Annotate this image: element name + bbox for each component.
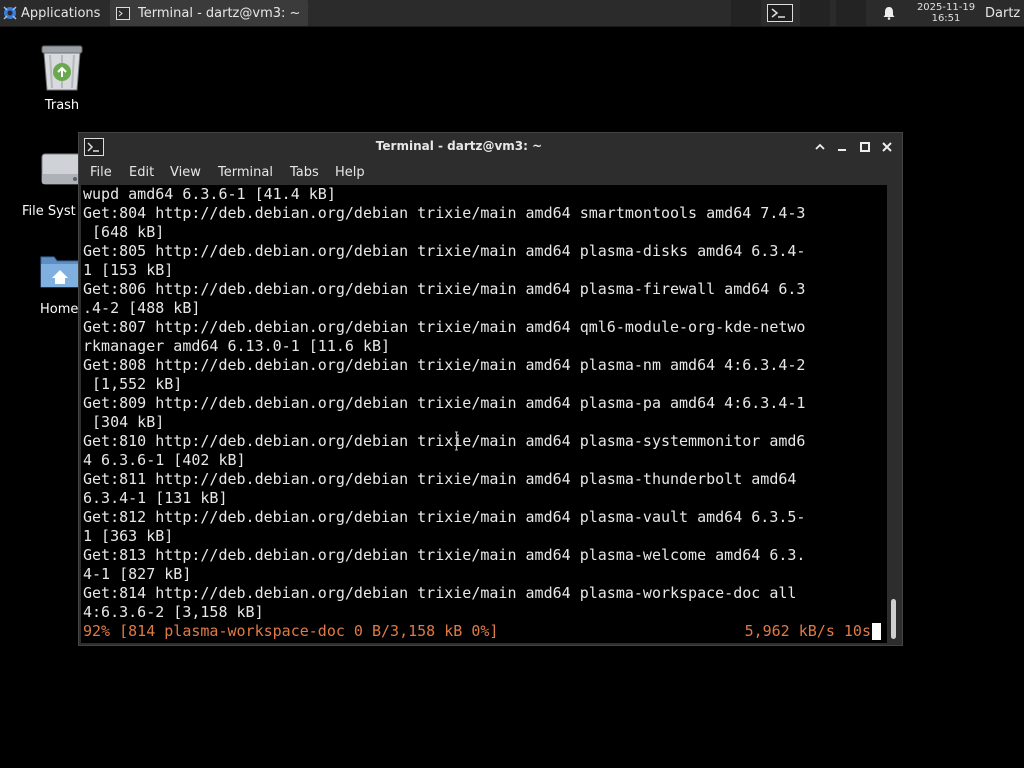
chevron-up-icon [815, 143, 825, 150]
terminal-line: .4-2 [488 kB] [83, 299, 201, 317]
panel-spacer [836, 0, 866, 26]
xfce-logo-icon [3, 6, 17, 20]
tray-terminal-launcher[interactable] [766, 0, 794, 26]
menu-file[interactable]: File [90, 165, 112, 180]
terminal-line: Get:812 http://deb.debian.org/debian tri… [83, 508, 806, 526]
terminal-line: Get:813 http://deb.debian.org/debian tri… [83, 546, 806, 564]
terminal-line: rkmanager amd64 6.13.0-1 [11.6 kB] [83, 337, 391, 355]
menu-bar: File Edit View Terminal Tabs Help [79, 161, 902, 185]
terminal-line: 1 [153 kB] [83, 261, 174, 279]
terminal-icon [116, 6, 130, 20]
top-panel: Applications ⋮ Terminal - dartz@vm3: ~ 2… [0, 0, 1024, 27]
scrollbar-thumb[interactable] [891, 599, 896, 639]
taskbar-terminal-button[interactable]: Terminal - dartz@vm3: ~ [110, 0, 308, 26]
panel-spacer [800, 0, 830, 26]
desktop-icon-label: Trash [44, 98, 80, 113]
panel-spacer [731, 0, 761, 26]
applications-menu-button[interactable]: Applications ⋮ [0, 0, 119, 26]
clock[interactable]: 2025-11-19 16:51 [908, 0, 984, 26]
trash-icon [41, 45, 83, 91]
applications-label: Applications [21, 5, 101, 21]
maximize-icon [860, 142, 870, 152]
window-title: Terminal - dartz@vm3: ~ [375, 139, 543, 153]
menu-terminal[interactable]: Terminal [218, 165, 273, 180]
progress-status: 92% [814 plasma-workspace-doc 0 B/3,158 … [83, 622, 499, 640]
terminal-line: Get:806 http://deb.debian.org/debian tri… [83, 280, 806, 298]
terminal-line: [1,552 kB] [83, 375, 183, 393]
menu-edit[interactable]: Edit [129, 165, 154, 180]
apt-progress-line: 92% [814 plasma-workspace-doc 0 B/3,158 … [83, 622, 881, 641]
terminal-line: wupd amd64 6.3.6-1 [41.4 kB] [83, 185, 336, 203]
download-speed: 5,962 kB/s 10s [744, 622, 871, 640]
minimize-button[interactable] [833, 138, 851, 156]
terminal-line: Get:804 http://deb.debian.org/debian tri… [83, 204, 806, 222]
clock-time: 16:51 [931, 13, 961, 24]
close-button[interactable] [878, 138, 896, 156]
menu-help[interactable]: Help [335, 165, 365, 180]
terminal-line: Get:808 http://deb.debian.org/debian tri… [83, 356, 806, 374]
terminal-line: Get:807 http://deb.debian.org/debian tri… [83, 318, 806, 336]
terminal-scrollbar[interactable] [887, 185, 900, 643]
notifications-button[interactable] [879, 0, 899, 26]
ibeam-cursor-icon [455, 431, 458, 451]
terminal-line: 4-1 [827 kB] [83, 565, 192, 583]
terminal-output[interactable]: wupd amd64 6.3.6-1 [41.4 kB] Get:804 http… [81, 185, 887, 643]
terminal-line: Get:811 http://deb.debian.org/debian tri… [83, 470, 797, 488]
terminal-line: 4:6.3.6-2 [3,158 kB] [83, 603, 264, 621]
terminal-line: Get:809 http://deb.debian.org/debian tri… [83, 394, 806, 412]
terminal-line: 6.3.4-1 [131 kB] [83, 489, 228, 507]
taskbar-terminal-label: Terminal - dartz@vm3: ~ [138, 5, 301, 21]
terminal-line: 1 [363 kB] [83, 527, 174, 545]
close-icon [882, 142, 892, 152]
user-menu[interactable]: Dartz [985, 0, 1020, 26]
window-titlebar[interactable]: Terminal - dartz@vm3: ~ [79, 133, 902, 161]
terminal-line: Get:810 http://deb.debian.org/debian tri… [83, 432, 806, 450]
terminal-line: [304 kB] [83, 413, 165, 431]
user-name-label: Dartz [985, 5, 1021, 21]
menu-tabs[interactable]: Tabs [290, 165, 319, 180]
menu-view[interactable]: View [170, 165, 201, 180]
minimize-icon [838, 149, 846, 151]
shade-button[interactable] [811, 138, 829, 156]
terminal-window[interactable]: Terminal - dartz@vm3: ~ File Edit View T… [78, 132, 903, 646]
clock-date: 2025-11-19 [916, 2, 976, 13]
bell-icon [883, 7, 895, 20]
terminal-lines: wupd amd64 6.3.6-1 [41.4 kB] Get:804 http… [83, 185, 805, 622]
terminal-line: Get:805 http://deb.debian.org/debian tri… [83, 242, 806, 260]
terminal-line: 4 6.3.6-1 [402 kB] [83, 451, 246, 469]
terminal-line: Get:814 http://deb.debian.org/debian tri… [83, 584, 797, 602]
terminal-line: [648 kB] [83, 223, 165, 241]
terminal-icon [767, 4, 793, 22]
text-cursor [872, 623, 881, 640]
maximize-button[interactable] [856, 138, 874, 156]
home-folder-icon [40, 256, 80, 288]
desktop-icon-trash[interactable]: Trash [30, 44, 94, 113]
